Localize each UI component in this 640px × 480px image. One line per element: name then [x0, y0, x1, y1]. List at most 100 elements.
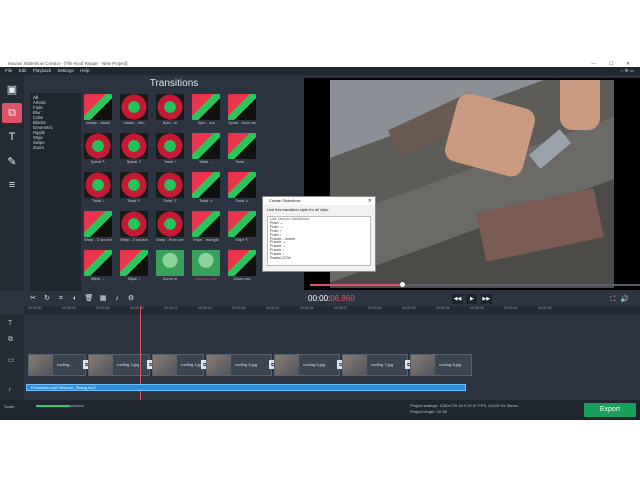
view-controls: ⛶🔊: [610, 295, 634, 304]
transition-tile[interactable]: Zoom in: [156, 250, 184, 285]
transition-tile[interactable]: Wipe →: [84, 250, 112, 285]
settings-icon[interactable]: ⚙: [126, 294, 136, 304]
menu-help[interactable]: Help: [80, 67, 89, 75]
window-controls[interactable]: — ☐ ✕: [591, 60, 636, 67]
time-ms: 06.860: [330, 294, 355, 303]
transitions-icon[interactable]: ⧉: [2, 103, 22, 123]
filters-icon[interactable]: ✎: [2, 151, 22, 171]
transition-tile[interactable]: Wipe ↖: [228, 211, 256, 246]
transition-tile[interactable]: Warp - 2 sources →: [84, 211, 112, 246]
zoom-fill: [36, 405, 70, 407]
status-bar: Scale: Project settings: 1280x720 16:9 2…: [0, 400, 640, 420]
transition-tile[interactable]: Warp - from center: [156, 211, 184, 246]
clip-thumbnail: [343, 355, 367, 375]
transition-tile[interactable]: Twist ↘: [192, 172, 220, 207]
transition-label: Twist ↘: [199, 199, 213, 203]
transition-thumbnail: [156, 133, 184, 159]
dialog-description: Use this transition style for all clips:: [267, 207, 330, 212]
transition-option[interactable]: Radial CCW: [270, 256, 368, 261]
cut-icon[interactable]: ✂: [28, 294, 38, 304]
fullscreen-icon[interactable]: ⛶: [610, 296, 620, 303]
transition-tile[interactable]: Wipe - triangle: [192, 211, 220, 246]
import-icon[interactable]: ▣: [2, 79, 22, 99]
transition-tile[interactable]: Spin - out: [192, 94, 220, 129]
category-scrollbar[interactable]: [78, 93, 81, 291]
video-clip[interactable]: roofing 6.jpg: [274, 354, 340, 376]
transition-tile[interactable]: Warp - 3 sources →: [120, 211, 148, 246]
menu-settings[interactable]: Settings: [57, 67, 73, 75]
transition-thumbnail: [228, 211, 256, 237]
menu-edit[interactable]: Edit: [19, 67, 27, 75]
transition-tile[interactable]: Twist ←: [192, 133, 220, 168]
ruler-tick-label: 00:00:45: [538, 306, 552, 310]
transition-thumbnail: [84, 172, 112, 198]
more-tools-icon[interactable]: ≡: [2, 175, 22, 195]
transition-tile[interactable]: Twist ↓: [84, 172, 112, 207]
ruler-tick-label: 00:00:15: [198, 306, 212, 310]
audio-clip[interactable]: Fiximacher.mp3 Rickover_Sliding.mp3: [26, 384, 466, 391]
next-icon[interactable]: ▶▶: [480, 294, 492, 304]
transition-tile[interactable]: Spiral ↖: [84, 133, 112, 168]
category-item[interactable]: Zoom: [33, 145, 75, 150]
previous-icon[interactable]: ◀◀: [452, 294, 463, 304]
ruler-tick-label: 00:00:36: [436, 306, 450, 310]
transition-tile[interactable]: Twist ↖: [120, 172, 148, 207]
category-list: All Artistic Fade Blur Cube Blocks Geometric Ri…: [30, 93, 78, 291]
transition-tile[interactable]: Twist ↑: [156, 133, 184, 168]
rotate-icon[interactable]: ↻: [42, 294, 52, 304]
menu-right-icons[interactable]: ⌂ ⚙ ▭: [620, 67, 634, 75]
crop-icon[interactable]: ⌗: [56, 294, 66, 304]
video-clip[interactable]: roofing...: [28, 354, 86, 376]
volume-icon[interactable]: 🔊: [620, 296, 634, 303]
menu-playback[interactable]: Playback: [33, 67, 51, 75]
transition-tile[interactable]: Twist ↙: [228, 172, 256, 207]
export-button[interactable]: Export: [584, 403, 636, 417]
clip-label: roofing 7.jpg: [371, 362, 394, 367]
titles-icon[interactable]: T: [2, 127, 22, 147]
transition-thumbnail: [192, 211, 220, 237]
transition-label: Warp - 2 sources →: [84, 238, 112, 242]
audio-icon[interactable]: ♪: [112, 294, 122, 304]
transition-label: Wipe →: [90, 277, 106, 281]
video-clip[interactable]: roofing 8.jpg: [410, 354, 472, 376]
slideshow-wizard-icon[interactable]: ▦: [98, 294, 108, 304]
audio-track-icon: ♪: [8, 386, 12, 393]
ruler-tick-label: 00:00:39: [470, 306, 484, 310]
transition-label: Intake - black: [86, 121, 110, 125]
transition-tile[interactable]: Wipe ↓: [120, 250, 148, 285]
clip-thumbnail: [275, 355, 299, 375]
transition-tile[interactable]: Twist →: [228, 133, 256, 168]
delete-icon[interactable]: 🗑: [84, 294, 94, 304]
transition-tile[interactable]: Intake - thin: [120, 94, 148, 129]
transition-tile[interactable]: Spiral - from center: [228, 94, 256, 129]
playback-progress-bar[interactable]: [310, 282, 640, 287]
transition-label: Twist ←: [198, 160, 214, 164]
close-icon[interactable]: ✕: [368, 197, 372, 205]
clip-label: roofing 6.jpg: [303, 362, 326, 367]
transition-thumbnail: [156, 211, 184, 237]
transition-tile[interactable]: Zoom in-out: [192, 250, 220, 285]
video-clip[interactable]: roofing 4.jpg: [152, 354, 204, 376]
color-adjust-icon[interactable]: ◐: [70, 294, 80, 304]
play-icon[interactable]: ▶: [466, 294, 478, 304]
transition-tile[interactable]: Zoom out: [228, 250, 256, 285]
transition-thumbnail: [84, 94, 112, 120]
title-bar: Movavi Slideshow Creator - [Tile Roof Re…: [0, 60, 640, 67]
transition-thumbnail: [84, 250, 112, 276]
ruler-tick-label: 00:00:42: [504, 306, 518, 310]
transition-thumbnail: [120, 250, 148, 276]
transition-thumbnail: [156, 250, 184, 276]
transition-tile[interactable]: Spin - in: [156, 94, 184, 129]
transition-tile[interactable]: Intake - black: [84, 94, 112, 129]
dialog-title: Create Slideshow: [269, 198, 301, 203]
transition-label: Twist ↗: [163, 199, 177, 203]
ruler-tick-label: 00:00:12: [164, 306, 178, 310]
video-clip[interactable]: roofing 7.jpg: [342, 354, 408, 376]
menu-file[interactable]: File: [5, 67, 12, 75]
transition-label: Spin - out: [197, 121, 215, 125]
video-clip[interactable]: roofing 5.jpg: [206, 354, 272, 376]
transition-tile[interactable]: Twist ↗: [156, 172, 184, 207]
transition-tile[interactable]: Spiral ↗: [120, 133, 148, 168]
timeline-ruler[interactable]: 00:00:00 00:00:03 00:00:06 00:00:09 00:00:12…: [24, 306, 640, 314]
zoom-slider[interactable]: [36, 405, 84, 407]
